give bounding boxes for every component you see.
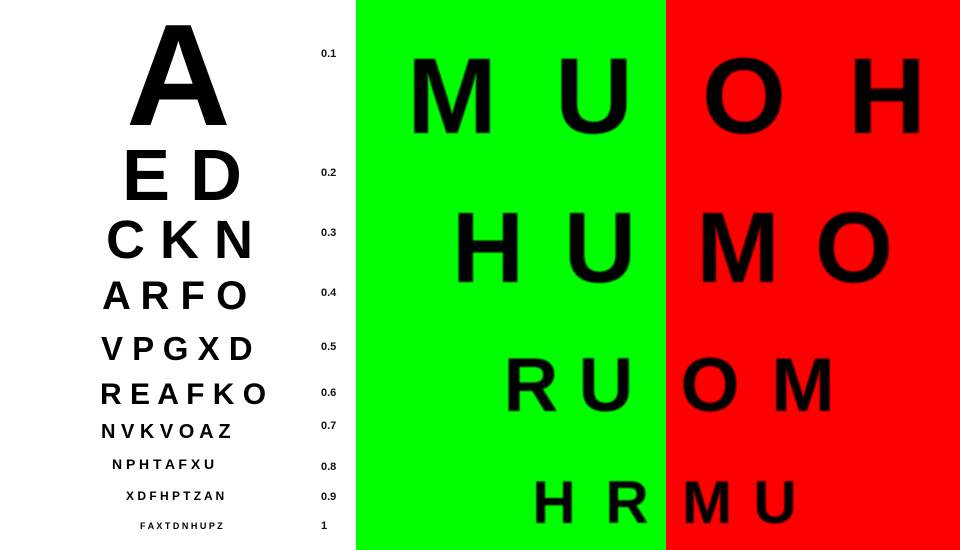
snellen-row-4: A R F O xyxy=(102,274,248,318)
green-letter-h-4: H xyxy=(532,469,576,536)
acuity-label-2: 0.2 xyxy=(321,167,337,179)
snellen-row-7: N V K V O A Z xyxy=(101,421,231,443)
duochrome-red-panel: O H M O O M M U xyxy=(666,0,960,550)
red-letter-m-2: M xyxy=(696,192,780,304)
red-letter-u-4: U xyxy=(753,469,797,536)
snellen-row-10: F A X T D N H U P Z xyxy=(140,521,223,531)
acuity-label-6: 0.6 xyxy=(321,387,337,399)
red-letter-m-4: M xyxy=(682,469,732,536)
duochrome-green-panel: M U H U R U H R xyxy=(356,0,666,550)
acuity-label-10: 1 xyxy=(321,520,328,532)
acuity-label-4: 0.4 xyxy=(321,287,337,299)
snellen-row-1: A xyxy=(126,0,231,156)
green-letter-r-4: R xyxy=(605,469,649,536)
acuity-label-5: 0.5 xyxy=(321,341,337,353)
red-letter-m-3: M xyxy=(771,343,835,428)
red-letter-o-3: O xyxy=(680,343,740,428)
acuity-label-3: 0.3 xyxy=(321,227,337,239)
snellen-row-6: R E A F K O xyxy=(100,378,267,411)
green-letter-r-3: R xyxy=(503,343,559,428)
green-letter-u-1: U xyxy=(555,35,633,156)
snellen-row-9: X D F H P T Z A N xyxy=(126,489,225,503)
acuity-label-1: 0.1 xyxy=(321,48,337,60)
green-letter-h-2: H xyxy=(451,192,525,304)
snellen-row-5: V P G X D xyxy=(101,330,253,367)
red-letter-o-1: O xyxy=(701,35,787,156)
red-letter-h-1: H xyxy=(848,35,926,156)
acuity-label-7: 0.7 xyxy=(321,420,337,432)
snellen-chart: A 0.1 E D 0.2 C K N 0.3 A R F O 0.4 V P … xyxy=(0,0,356,550)
snellen-row-8: N P H T A F X U xyxy=(112,456,215,472)
green-letter-m-1: M xyxy=(407,35,497,156)
snellen-row-2: E D xyxy=(122,136,243,216)
snellen-row-3: C K N xyxy=(106,210,253,270)
acuity-label-9: 0.9 xyxy=(321,491,337,503)
green-letter-u-3: U xyxy=(578,343,634,428)
red-letter-o-2: O xyxy=(815,192,893,304)
acuity-label-8: 0.8 xyxy=(321,461,337,473)
green-letter-u-2: U xyxy=(563,192,637,304)
